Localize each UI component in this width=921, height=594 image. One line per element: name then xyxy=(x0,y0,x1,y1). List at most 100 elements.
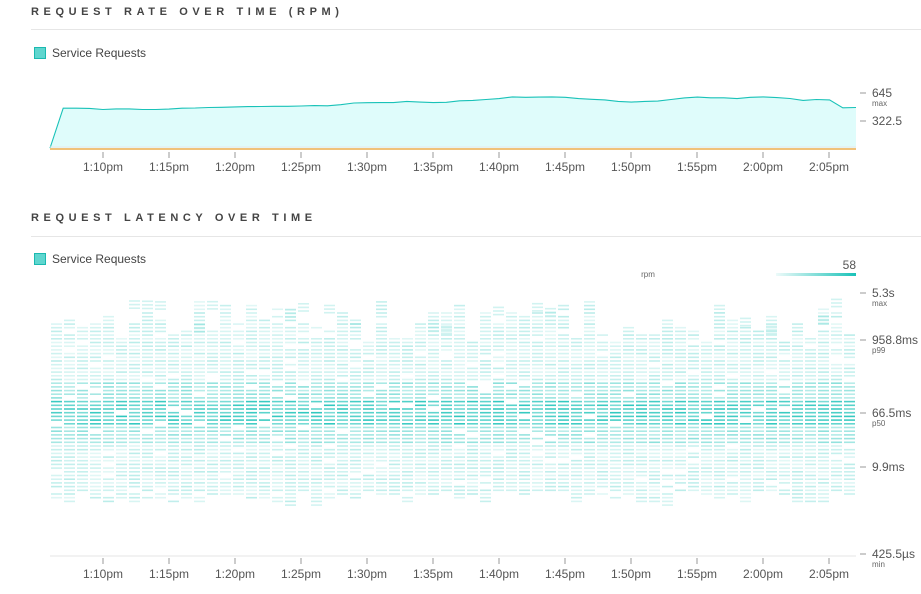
heatmap-cell xyxy=(675,459,686,462)
heatmap-cell xyxy=(129,474,140,477)
heatmap-cell xyxy=(662,352,673,355)
heatmap-cell xyxy=(415,434,426,436)
heatmap-cell xyxy=(207,482,218,484)
heatmap-cell xyxy=(636,345,647,347)
heatmap-cell xyxy=(571,371,582,373)
latency-color-scale-max: 58 xyxy=(843,258,857,272)
heatmap-cell xyxy=(727,352,738,355)
heatmap-cell xyxy=(116,423,127,425)
heatmap-cell xyxy=(428,415,439,418)
heatmap-cell xyxy=(441,482,452,484)
heatmap-cell xyxy=(285,326,296,329)
heatmap-cell xyxy=(506,356,517,359)
heatmap-cell xyxy=(766,467,777,469)
heatmap-cell xyxy=(480,315,491,318)
heatmap-cell xyxy=(532,400,543,403)
heatmap-cell xyxy=(415,419,426,421)
heatmap-cell xyxy=(259,478,270,480)
heatmap-cell xyxy=(285,489,296,492)
heatmap-outlier-cell xyxy=(766,325,777,328)
heatmap-outlier-cell xyxy=(441,325,452,328)
heatmap-cell xyxy=(558,404,569,407)
heatmap-outlier-cell xyxy=(831,305,842,308)
heatmap-cell xyxy=(194,489,205,492)
heatmap-cell xyxy=(220,323,231,325)
heatmap-cell xyxy=(493,345,504,347)
heatmap-cell xyxy=(90,419,101,421)
heatmap-cell xyxy=(831,445,842,447)
heatmap-cell xyxy=(675,482,686,484)
heatmap-cell xyxy=(467,467,478,469)
heatmap-cell xyxy=(337,393,348,395)
heatmap-cell xyxy=(571,423,582,425)
heatmap-cell xyxy=(402,356,413,359)
heatmap-outlier-cell xyxy=(740,324,751,327)
heatmap-cell xyxy=(675,367,686,370)
heatmap-cell xyxy=(597,378,608,381)
heatmap-cell xyxy=(90,459,101,462)
heatmap-cell xyxy=(259,334,270,336)
heatmap-cell xyxy=(740,411,751,414)
heatmap-cell xyxy=(779,400,790,403)
heatmap-cell xyxy=(467,375,478,377)
heatmap-cell xyxy=(610,471,621,473)
heatmap-cell xyxy=(363,426,374,429)
heatmap-cell xyxy=(493,489,504,492)
heatmap-cell xyxy=(480,463,491,466)
heatmap-cell xyxy=(584,430,595,432)
heatmap-cell xyxy=(402,463,413,466)
heatmap-cell xyxy=(233,389,244,392)
heatmap-cell xyxy=(272,330,283,333)
heatmap-cell xyxy=(428,471,439,473)
heatmap-cell xyxy=(532,389,543,392)
heatmap-cell xyxy=(181,375,192,377)
heatmap-cell xyxy=(454,352,465,355)
heatmap-cell xyxy=(337,345,348,347)
heatmap-cell xyxy=(337,397,348,399)
heatmap-cell xyxy=(571,471,582,473)
heatmap-cell xyxy=(545,419,556,421)
heatmap-cell xyxy=(415,437,426,440)
heatmap-cell xyxy=(64,375,75,377)
heatmap-cell xyxy=(194,356,205,359)
heatmap-cell xyxy=(324,496,335,499)
heatmap-cell xyxy=(519,349,530,351)
heatmap-cell xyxy=(441,386,452,388)
heatmap-cell xyxy=(779,448,790,451)
heatmap-cell xyxy=(740,441,751,444)
heatmap-cell xyxy=(584,382,595,384)
heatmap-cell xyxy=(194,437,205,440)
heatmap-cell xyxy=(350,489,361,492)
heatmap-cell xyxy=(103,408,114,410)
heatmap-cell xyxy=(77,408,88,410)
heatmap-cell xyxy=(155,408,166,410)
heatmap-cell xyxy=(298,408,309,410)
heatmap-cell xyxy=(155,426,166,429)
heatmap-cell xyxy=(324,345,335,347)
heatmap-cell xyxy=(194,452,205,455)
heatmap-cell xyxy=(415,489,426,492)
heatmap-cell xyxy=(376,382,387,384)
heatmap-cell xyxy=(688,404,699,407)
heatmap-cell xyxy=(51,456,62,458)
heatmap-cell xyxy=(363,367,374,370)
heatmap-cell xyxy=(311,459,322,462)
heatmap-cell xyxy=(389,345,400,347)
heatmap-cell xyxy=(415,397,426,399)
heatmap-cell xyxy=(142,419,153,421)
heatmap-cell xyxy=(506,338,517,340)
heatmap-cell xyxy=(519,397,530,399)
heatmap-cell xyxy=(220,334,231,336)
heatmap-cell xyxy=(532,371,543,373)
heatmap-cell xyxy=(220,371,231,373)
heatmap-outlier-cell xyxy=(155,301,166,303)
heatmap-cell xyxy=(220,471,231,473)
heatmap-cell xyxy=(51,437,62,440)
heatmap-cell xyxy=(376,404,387,407)
heatmap-cell xyxy=(805,485,816,488)
heatmap-cell xyxy=(441,330,452,333)
heatmap-cell xyxy=(103,404,114,407)
heatmap-cell xyxy=(402,363,413,366)
heatmap-cell xyxy=(324,467,335,469)
heatmap-cell xyxy=(558,397,569,399)
